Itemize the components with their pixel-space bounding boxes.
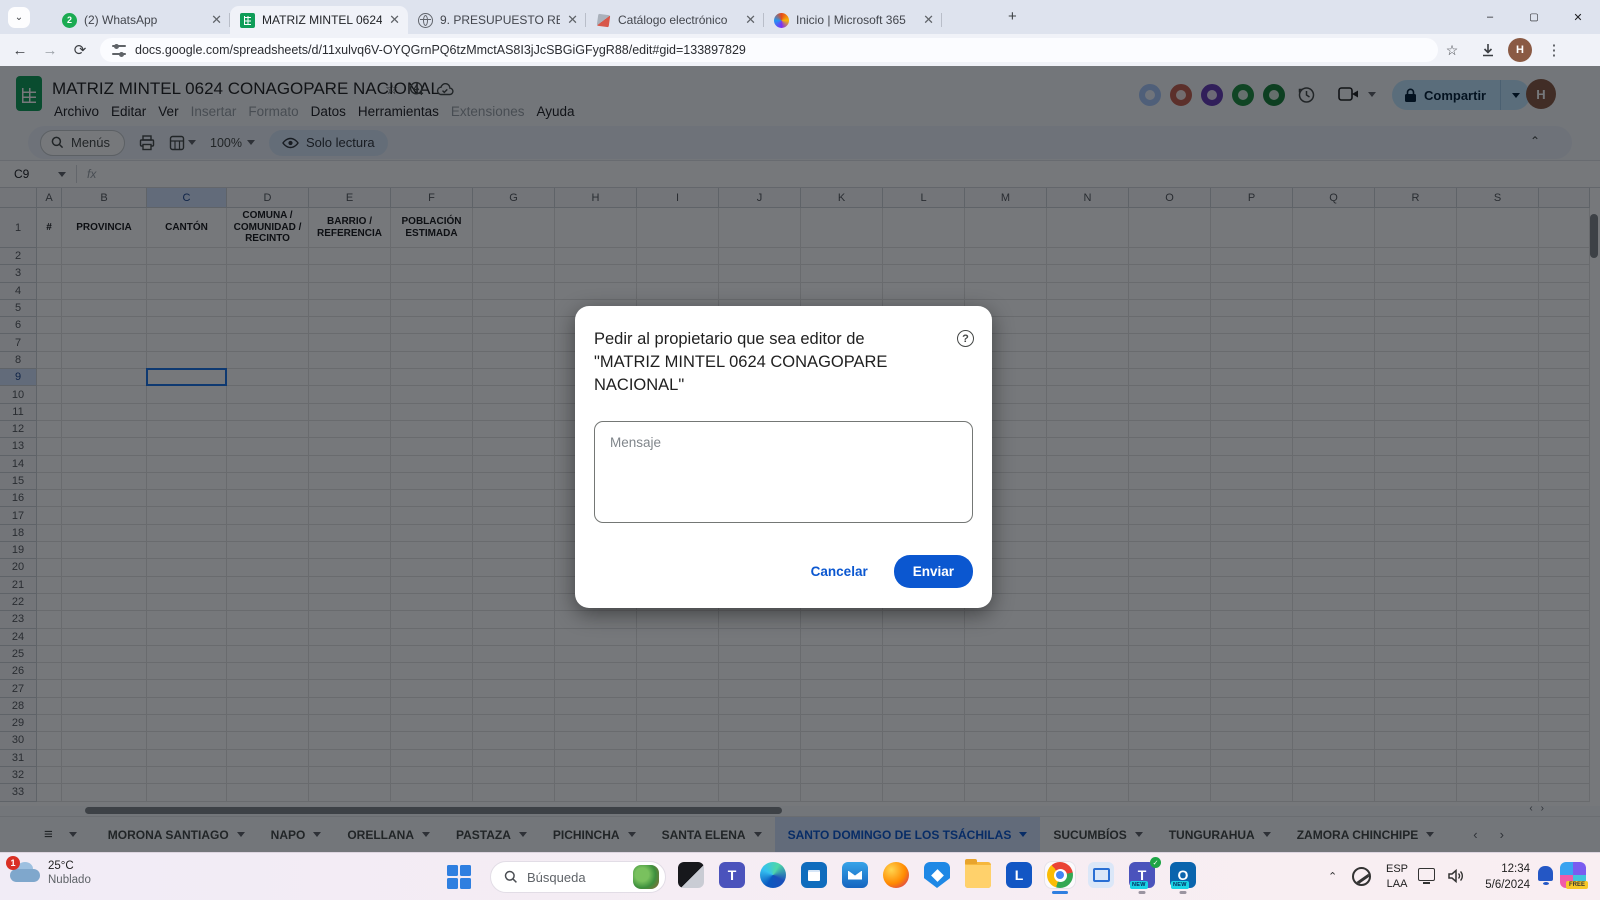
close-button[interactable]: ✕ [1556, 0, 1600, 34]
browser-tab-strip: ⌄ 2(2) WhatsApp✕MATRIZ MINTEL 0624 CONAG… [0, 0, 1600, 34]
url-text: docs.google.com/spreadsheets/d/11xulvq6V… [135, 43, 746, 57]
tab-title: Inicio | Microsoft 365 [796, 13, 916, 27]
address-bar[interactable]: docs.google.com/spreadsheets/d/11xulvq6V… [100, 38, 1438, 62]
widgets-free-badge: FREE [1566, 881, 1588, 889]
back-icon[interactable]: ← [6, 34, 34, 66]
sheets-favicon [240, 13, 255, 28]
tray-overflow-icon[interactable]: ⌃ [1328, 870, 1337, 883]
start-button[interactable] [447, 865, 471, 889]
edge-icon[interactable] [758, 862, 788, 888]
tab-title: (2) WhatsApp [84, 13, 204, 27]
request-edit-access-dialog: Pedir al propietario que sea editor de "… [575, 306, 992, 608]
help-icon[interactable]: ? [957, 330, 974, 347]
search-highlight-image [633, 865, 659, 889]
task-view-icon[interactable] [676, 862, 706, 888]
message-input[interactable] [594, 421, 973, 523]
catalog-favicon [597, 13, 611, 27]
file-explorer-icon[interactable] [963, 862, 993, 888]
dialog-title: Pedir al propietario que sea editor de "… [594, 328, 924, 397]
send-button[interactable]: Enviar [894, 555, 973, 588]
cast-display-icon[interactable] [1418, 868, 1435, 881]
l-app-icon[interactable]: L [1004, 862, 1034, 888]
tab-close-icon[interactable]: ✕ [389, 12, 400, 28]
browser-tab[interactable]: MATRIZ MINTEL 0624 CONAGO ✕ [230, 6, 408, 34]
firefox-icon[interactable] [881, 862, 911, 888]
tab-close-icon[interactable]: ✕ [745, 12, 756, 28]
tab-title: Catálogo electrónico [618, 13, 738, 27]
store-icon[interactable] [799, 862, 829, 888]
chrome-icon[interactable] [1045, 862, 1075, 888]
mail-icon[interactable] [840, 862, 870, 888]
tab-close-icon[interactable]: ✕ [923, 12, 934, 28]
site-info-icon[interactable] [112, 45, 126, 55]
m365-favicon [774, 13, 789, 28]
browser-tab[interactable]: 9. PRESUPUESTO REFERENCIAL ✕ [408, 6, 586, 34]
tab-title: MATRIZ MINTEL 0624 CONAGO [262, 13, 382, 27]
weather-temperature: 25°C [48, 859, 91, 873]
reload-icon[interactable]: ⟳ [66, 34, 94, 66]
download-icon[interactable] [1474, 34, 1502, 66]
bookmark-star-icon[interactable]: ☆ [1438, 34, 1466, 66]
date: 5/6/2024 [1468, 878, 1530, 894]
windows-taskbar: 1 25°C Nublado Búsqueda T L TNEW✓ ONEW ⌃ ES… [0, 852, 1600, 900]
maximize-button[interactable]: ▢ [1512, 0, 1556, 34]
desktop: ⌄ 2(2) WhatsApp✕MATRIZ MINTEL 0624 CONAG… [0, 0, 1600, 900]
accessibility-hidden-icon[interactable] [1352, 867, 1371, 886]
search-icon [504, 870, 518, 884]
minimize-button[interactable]: – [1468, 0, 1512, 34]
teams-icon[interactable]: T [717, 862, 747, 888]
taskbar-search[interactable]: Búsqueda [490, 861, 666, 893]
browser-menu-icon[interactable]: ⋮ [1540, 34, 1568, 66]
cancel-button[interactable]: Cancelar [811, 564, 868, 579]
forward-icon[interactable]: → [36, 34, 64, 66]
whatsapp-favicon: 2 [62, 13, 77, 28]
search-placeholder: Búsqueda [527, 870, 586, 885]
tab-title: 9. PRESUPUESTO REFERENCIAL [440, 13, 560, 27]
notifications-bell-icon[interactable] [1538, 866, 1553, 881]
weather-cloud-icon: 1 [10, 862, 40, 884]
weather-widget[interactable]: 1 25°C Nublado [10, 859, 91, 888]
browser-profile-avatar[interactable]: H [1508, 38, 1532, 62]
language-indicator[interactable]: ESP LAA [1386, 862, 1408, 892]
browser-tab[interactable]: 2 (2) WhatsApp ✕ [52, 6, 230, 34]
volume-icon[interactable] [1447, 868, 1465, 884]
clock[interactable]: 12:34 5/6/2024 [1468, 862, 1530, 893]
tab-search-icon[interactable]: ⌄ [8, 7, 30, 28]
browser-tab[interactable]: Catálogo electrónico ✕ [586, 6, 764, 34]
shield-browser-icon[interactable] [922, 862, 952, 888]
window-controls: – ▢ ✕ [1468, 0, 1600, 34]
weather-condition: Nublado [48, 873, 91, 887]
teams-new-icon[interactable]: TNEW✓ [1127, 862, 1157, 888]
outlook-new-icon[interactable]: ONEW [1168, 862, 1198, 888]
browser-toolbar: ← → ⟳ docs.google.com/spreadsheets/d/11x… [0, 34, 1600, 66]
time: 12:34 [1468, 862, 1530, 878]
globe-favicon [418, 13, 433, 28]
browser-tab[interactable]: Inicio | Microsoft 365 ✕ [764, 6, 942, 34]
pc-manager-icon[interactable] [1086, 862, 1116, 888]
new-tab-button[interactable]: + [1008, 8, 1017, 25]
tab-close-icon[interactable]: ✕ [567, 12, 578, 28]
tab-close-icon[interactable]: ✕ [211, 12, 222, 28]
